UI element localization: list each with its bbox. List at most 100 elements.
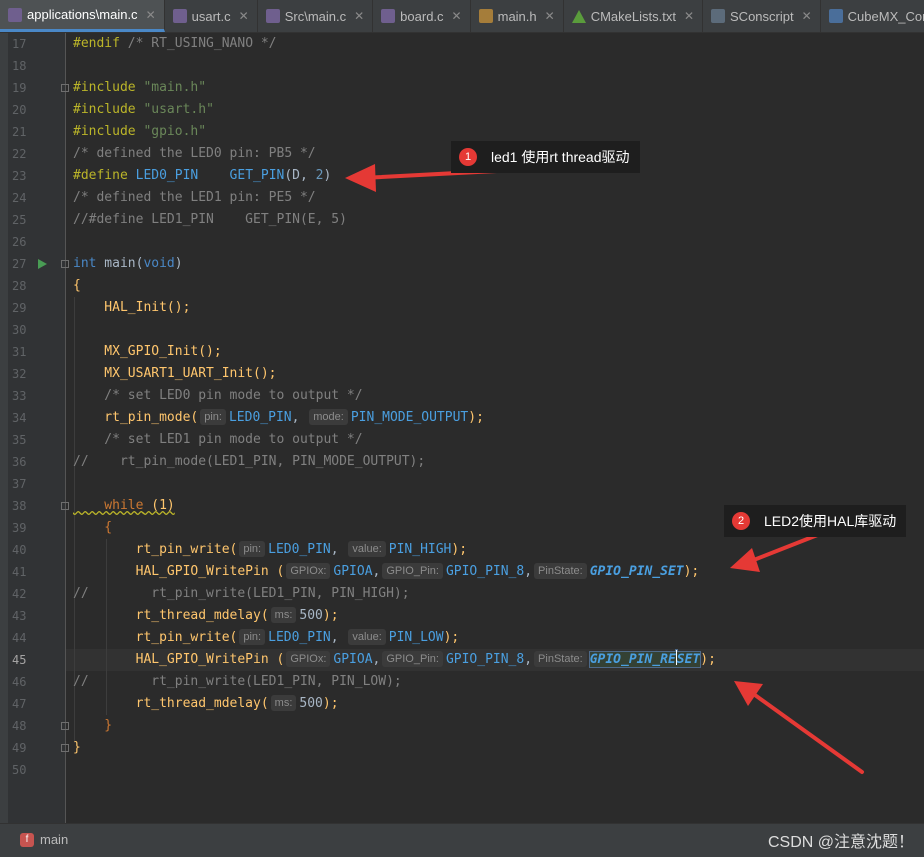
code-line-41[interactable]: HAL_GPIO_WritePin (GPIOx: GPIOA, GPIO_Pin:… — [73, 561, 699, 583]
code-token: while — [73, 498, 144, 513]
line-number: 33 — [12, 389, 27, 403]
code-token: (D, — [284, 168, 316, 183]
code-line-45[interactable]: HAL_GPIO_WritePin (GPIOx: GPIOA, GPIO_Pin:… — [73, 649, 716, 671]
code-token: main — [96, 256, 136, 271]
line-number: 46 — [12, 675, 27, 689]
close-icon[interactable]: ✕ — [239, 9, 249, 23]
code-line-38[interactable]: while (1) — [73, 495, 175, 517]
code-line-35[interactable]: /* set LED1 pin mode to output */ — [73, 429, 362, 451]
line-number: 35 — [12, 433, 27, 447]
code-line-21[interactable]: #include "gpio.h" — [73, 121, 206, 143]
code-token: MX_GPIO_Init — [73, 344, 199, 359]
code-token: (1) — [143, 498, 175, 513]
close-icon[interactable]: ✕ — [684, 9, 694, 23]
line-number: 20 — [12, 103, 27, 117]
code-token: void — [143, 256, 175, 271]
tab-applications-main-c[interactable]: applications\main.c ✕ — [0, 0, 165, 32]
code-token: ); — [683, 564, 700, 579]
code-line-44[interactable]: rt_pin_write(pin: LED0_PIN, value: PIN_LOW… — [73, 627, 459, 649]
code-line-39[interactable]: { — [73, 517, 112, 539]
code-line-29[interactable]: HAL_Init(); — [73, 297, 190, 319]
code-token: #include — [73, 80, 136, 95]
code-line-24[interactable]: /* defined the LED1 pin: PE5 */ — [73, 187, 316, 209]
line-number: 22 — [12, 147, 27, 161]
tab-label: main.h — [497, 8, 537, 24]
code-line-19[interactable]: #include "main.h" — [73, 77, 206, 99]
parameter-hint: ms: — [270, 695, 297, 711]
close-icon[interactable]: ✕ — [452, 9, 462, 23]
code-token: // rt_pin_write(LED1_PIN, PIN_HIGH); — [73, 586, 410, 601]
tab-usart-c[interactable]: usart.c ✕ — [165, 0, 258, 32]
code-token: "gpio.h" — [135, 124, 207, 139]
tab-board-c[interactable]: board.c ✕ — [373, 0, 471, 32]
tab-main-h[interactable]: main.h ✕ — [471, 0, 564, 32]
config-file-icon — [828, 9, 843, 23]
code-line-43[interactable]: rt_thread_mdelay(ms: 500); — [73, 605, 339, 627]
tab-cubemx-config[interactable]: CubeMX_Config.i — [821, 0, 924, 32]
tab-label: CMakeLists.txt — [590, 8, 676, 24]
code-line-47[interactable]: rt_thread_mdelay(ms: 500); — [73, 693, 339, 715]
code-token: ( — [229, 630, 238, 645]
parameter-hint: pin: — [200, 409, 226, 425]
code-line-46[interactable]: // rt_pin_write(LED1_PIN, PIN_LOW); — [73, 671, 402, 693]
code-line-31[interactable]: MX_GPIO_Init(); — [73, 341, 221, 363]
tab-cmakelists[interactable]: CMakeLists.txt ✕ — [564, 0, 704, 32]
code-token: GPIO_PIN_8 — [445, 652, 525, 667]
fold-marker-icon[interactable] — [61, 502, 69, 510]
code-token: 500 — [299, 696, 323, 711]
tab-sconscript[interactable]: SConscript ✕ — [703, 0, 821, 32]
code-line-22[interactable]: /* defined the LED0 pin: PB5 */ — [73, 143, 316, 165]
breadcrumb-function-main[interactable]: main — [40, 832, 68, 847]
cmake-icon — [571, 9, 586, 23]
code-token: // rt_pin_mode(LED1_PIN, PIN_MODE_OUTPUT… — [73, 454, 426, 469]
code-line-36[interactable]: // rt_pin_mode(LED1_PIN, PIN_MODE_OUTPUT… — [73, 451, 425, 473]
fold-marker-icon[interactable] — [61, 722, 69, 730]
code-line-28[interactable]: { — [73, 275, 81, 297]
code-token: , — [330, 542, 347, 557]
code-line-25[interactable]: //#define LED1_PIN GET_PIN(E, 5) — [73, 209, 347, 231]
line-number: 49 — [12, 741, 27, 755]
close-icon[interactable]: ✕ — [354, 9, 364, 23]
fold-marker-icon[interactable] — [61, 260, 69, 268]
code-token: , — [372, 652, 381, 667]
line-number: 27 — [12, 257, 27, 271]
code-token: rt_thread_mdelay — [73, 696, 261, 711]
code-line-49[interactable]: } — [73, 737, 81, 759]
code-token: "main.h" — [135, 80, 207, 95]
close-icon[interactable]: ✕ — [146, 8, 156, 22]
close-icon[interactable]: ✕ — [802, 9, 812, 23]
code-line-32[interactable]: MX_USART1_UART_Init(); — [73, 363, 277, 385]
code-token: GPIOA — [333, 652, 373, 667]
code-line-34[interactable]: rt_pin_mode(pin: LED0_PIN, mode: PIN_MODE_… — [73, 407, 484, 429]
parameter-hint: mode: — [309, 409, 348, 425]
run-gutter-icon[interactable] — [38, 259, 47, 269]
code-line-27[interactable]: int main(void) — [73, 253, 183, 275]
code-line-20[interactable]: #include "usart.h" — [73, 99, 214, 121]
code-token: LED0_PIN — [127, 168, 199, 183]
code-line-40[interactable]: rt_pin_write(pin: LED0_PIN, value: PIN_HIG… — [73, 539, 467, 561]
code-line-42[interactable]: // rt_pin_write(LED1_PIN, PIN_HIGH); — [73, 583, 410, 605]
code-token: ) — [323, 168, 332, 183]
annotation-callout-1: 1 led1 使用rt thread驱动 — [451, 141, 640, 173]
line-number: 50 — [12, 763, 27, 777]
code-token: LED0_PIN — [268, 630, 331, 645]
tab-src-main-c[interactable]: Src\main.c ✕ — [258, 0, 374, 32]
annotation-text: led1 使用rt thread驱动 — [491, 149, 630, 165]
tab-label: Src\main.c — [284, 8, 347, 24]
code-token: HAL_GPIO_WritePin — [73, 652, 269, 667]
close-icon[interactable]: ✕ — [545, 9, 555, 23]
code-line-48[interactable]: } — [73, 715, 112, 737]
code-token: (); — [253, 366, 277, 381]
h-file-icon — [478, 9, 493, 23]
code-line-23[interactable]: #define LED0_PIN GET_PIN(D, 2) — [73, 165, 331, 187]
code-token: ( — [268, 564, 285, 579]
line-number: 19 — [12, 81, 27, 95]
badge-number: 1 — [459, 148, 477, 166]
code-line-33[interactable]: /* set LED0 pin mode to output */ — [73, 385, 362, 407]
tool-window-strip — [0, 33, 8, 823]
code-token: int — [73, 256, 97, 271]
fold-marker-icon[interactable] — [61, 744, 69, 752]
code-line-17[interactable]: #endif /* RT_USING_NANO */ — [73, 33, 277, 55]
fold-marker-icon[interactable] — [61, 84, 69, 92]
annotation-callout-2: 2 LED2使用HAL库驱动 — [724, 505, 907, 537]
